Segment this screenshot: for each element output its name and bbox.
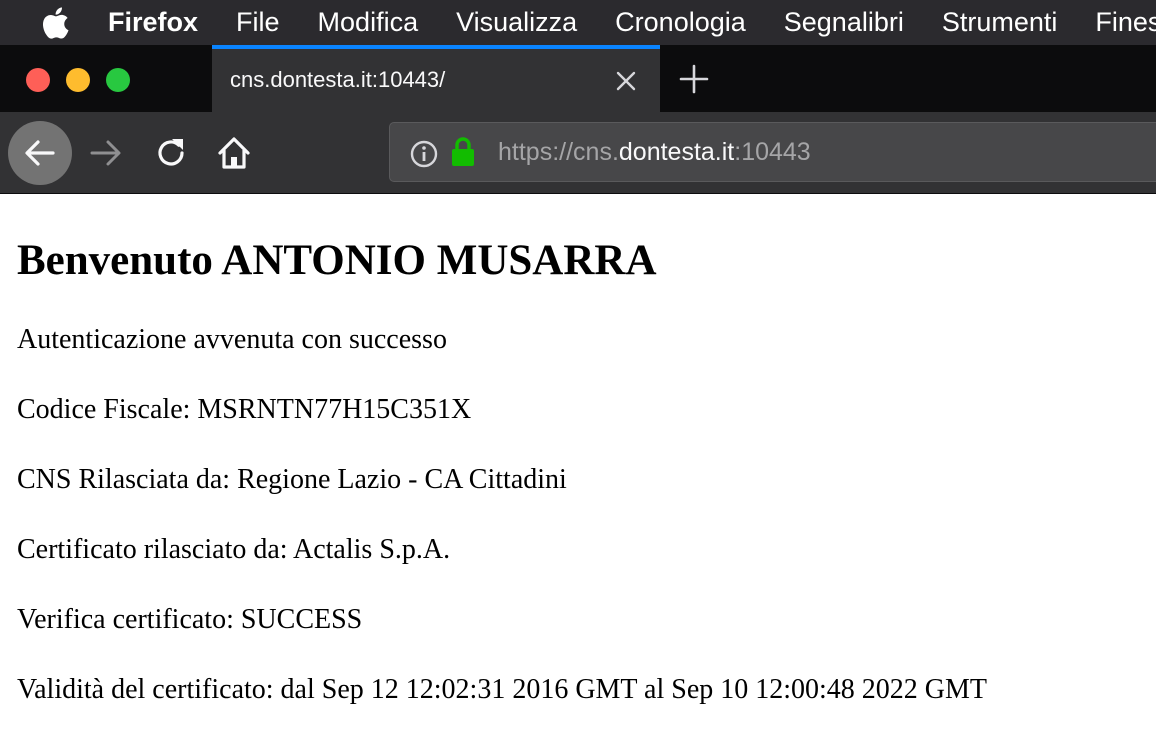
menu-cronologia[interactable]: Cronologia — [615, 0, 746, 45]
url-text[interactable]: https://cns.dontesta.it:10443 — [498, 138, 811, 167]
menu-finestra[interactable]: Finestra — [1095, 0, 1156, 45]
tab-strip: cns.dontesta.it:10443/ — [0, 45, 1156, 112]
menu-file[interactable]: File — [236, 0, 280, 45]
lock-icon[interactable] — [450, 136, 476, 168]
url-domain: dontesta.it — [618, 138, 735, 166]
page-content: Benvenuto ANTONIO MUSARRA Autenticazione… — [17, 194, 1147, 707]
macos-menu-bar: Firefox File Modifica Visualizza Cronolo… — [0, 0, 1156, 45]
menu-strumenti[interactable]: Strumenti — [942, 0, 1058, 45]
cns-issuer-text: CNS Rilasciata da: Regione Lazio - CA Ci… — [17, 464, 567, 495]
reload-icon[interactable] — [151, 133, 191, 173]
tab-close-icon[interactable] — [612, 67, 640, 95]
certificate-validity-text: Validità del certificato: dal Sep 12 12:… — [17, 674, 988, 705]
back-arrow-icon[interactable] — [8, 121, 72, 185]
menu-segnalibri[interactable]: Segnalibri — [784, 0, 904, 45]
address-bar[interactable]: https://cns.dontesta.it:10443 — [389, 122, 1156, 182]
tab-title: cns.dontesta.it:10443/ — [230, 67, 446, 92]
apple-menu-icon[interactable] — [0, 0, 70, 45]
home-icon[interactable] — [214, 133, 254, 173]
window-minimize-button[interactable] — [66, 68, 90, 92]
url-scheme: https://cns. — [498, 138, 619, 166]
menu-firefox[interactable]: Firefox — [108, 0, 198, 45]
new-tab-plus-icon[interactable] — [676, 61, 712, 97]
forward-arrow-icon[interactable] — [86, 133, 126, 173]
certificate-verification-text: Verifica certificato: SUCCESS — [17, 604, 363, 635]
menu-visualizza[interactable]: Visualizza — [456, 0, 577, 45]
page-heading: Benvenuto ANTONIO MUSARRA — [17, 237, 657, 284]
site-info-icon[interactable] — [410, 140, 438, 168]
navigation-toolbar: https://cns.dontesta.it:10443 — [0, 112, 1156, 194]
auth-status-text: Autenticazione avvenuta con successo — [17, 324, 447, 355]
window-close-button[interactable] — [26, 68, 50, 92]
certificate-issuer-text: Certificato rilasciato da: Actalis S.p.A… — [17, 534, 451, 565]
window-zoom-button[interactable] — [106, 68, 130, 92]
active-tab[interactable]: cns.dontesta.it:10443/ — [212, 45, 660, 112]
menu-modifica[interactable]: Modifica — [318, 0, 419, 45]
url-port: :10443 — [734, 138, 811, 166]
fiscal-code-text: Codice Fiscale: MSRNTN77H15C351X — [17, 394, 472, 425]
